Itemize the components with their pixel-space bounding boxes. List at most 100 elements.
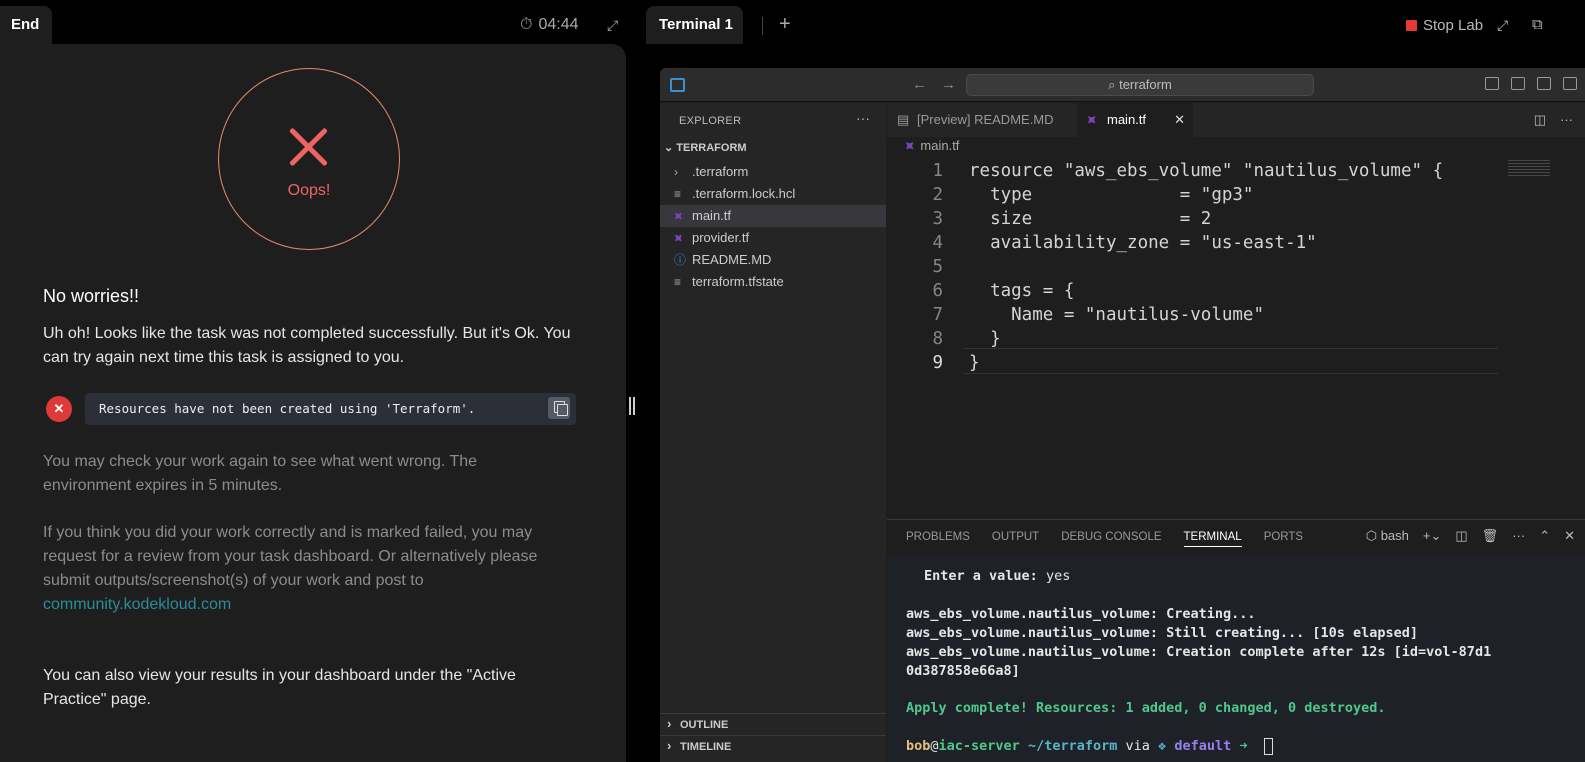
vscode-menu-icon[interactable] [670,78,685,92]
lines-file-icon: ≡ [674,187,682,201]
panel-splitter[interactable] [628,397,636,415]
more-actions-icon[interactable]: ··· [856,110,870,126]
tab-main-tf[interactable]: ⯍ main.tf ✕ [1077,103,1193,137]
terraform-icon: ⯍ [674,231,683,245]
error-text: Resources have not been created using 'T… [99,401,476,416]
file-item-lock[interactable]: ≡ .terraform.lock.hcl [660,183,886,205]
file-item-main-tf[interactable]: ⯍ main.tf [660,205,886,227]
file-label: provider.tf [692,230,750,245]
prompt-user: bob [906,738,931,754]
terminal-line: 0d387858e66a8] [906,663,1020,679]
panel-tabs: PROBLEMS OUTPUT DEBUG CONSOLE TERMINAL P… [906,531,1303,547]
layout-controls [1485,77,1577,90]
terminal-line: aws_ebs_volume.nautilus_volume: Creation… [906,644,1492,660]
line-number: 4 [932,233,943,253]
bottom-panel: PROBLEMS OUTPUT DEBUG CONSOLE TERMINAL P… [887,519,1585,762]
add-tab-icon[interactable]: + [779,13,791,36]
line-text: size = 2 [969,209,1212,229]
command-center[interactable]: ⌕ terraform [966,74,1314,96]
outline-section[interactable]: OUTLINE [660,713,886,735]
community-link[interactable]: community.kodekloud.com [43,596,231,613]
error-icon: ✕ [46,396,72,422]
file-item-readme[interactable]: ⓘ README.MD [660,249,886,271]
terminal-line: aws_ebs_volume.nautilus_volume: Creating… [906,606,1256,622]
prompt-at: @ [930,738,939,754]
tab-terminal[interactable]: TERMINAL [1183,531,1242,547]
new-terminal-icon[interactable]: +⌄ [1423,528,1441,544]
prompt-arrow: ➜ [1239,738,1248,754]
line-text: Name = "nautilus-volume" [969,305,1265,325]
timeline-section[interactable]: TIMELINE [660,735,886,757]
code-editor[interactable]: 1 resource "aws_ebs_volume" "nautilus_vol… [887,159,1585,519]
customize-layout-icon[interactable] [1485,77,1499,90]
line-text: } [969,329,1001,349]
nav-arrows[interactable]: ←→ [912,76,970,93]
line-number: 1 [932,161,943,181]
copy-icon[interactable] [548,397,570,419]
line-text: type = "gp3" [969,185,1254,205]
prompt-label: Enter a value: [924,568,1038,584]
line-text: availability_zone = "us-east-1" [969,233,1317,253]
line-number: 8 [932,329,943,349]
file-label: main.tf [692,208,732,223]
tab-label: main.tf [1107,112,1147,127]
editor-actions: ◫ ··· [1534,112,1573,128]
tab-problems[interactable]: PROBLEMS [906,531,970,547]
screen: End ⏱ 04:44 ⤢ Oops! No worries!! Uh oh! … [0,0,1585,762]
info-icon: ⓘ [674,253,687,267]
toggle-panel-icon[interactable] [1537,77,1551,90]
command-center-label: terraform [1119,77,1172,92]
tab-output[interactable]: OUTPUT [992,531,1039,547]
error-detail: Resources have not been created using 'T… [85,393,576,425]
folder-terraform[interactable]: ⌄ TERRAFORM [664,141,747,154]
terminal-scrollbar[interactable] [1572,569,1575,689]
chevron-right-icon: › [674,165,678,179]
toggle-sidebar-icon[interactable] [1511,77,1525,90]
expand-icon[interactable]: ⤢ [607,17,618,34]
line-number: 3 [932,209,943,229]
tab-terminal-1[interactable]: Terminal 1 [646,6,743,44]
line-number: 6 [932,281,943,301]
explorer-title: EXPLORER [679,115,742,127]
shell-selector[interactable]: ⬡ bash [1366,528,1409,544]
close-panel-icon[interactable]: ✕ [1564,528,1575,544]
trash-icon[interactable]: 🗑 [1482,528,1499,544]
terminal-cursor [1263,737,1273,755]
toggle-secondary-sidebar-icon[interactable] [1563,77,1577,90]
title-bar: ←→ ⌕ terraform [660,68,1585,102]
review-message: If you think you did your work correctly… [43,521,563,617]
stop-lab-button[interactable]: Stop Lab [1406,17,1483,34]
more-actions-icon[interactable]: ··· [1560,112,1573,128]
maximize-panel-icon[interactable]: ⌃ [1539,528,1550,544]
open-external-icon[interactable]: ⧉ [1532,16,1543,33]
split-editor-icon[interactable]: ◫ [1534,112,1546,128]
breadcrumb-label: main.tf [920,138,960,153]
tab-debug-console[interactable]: DEBUG CONSOLE [1061,531,1161,547]
oops-label: Oops! [287,182,331,199]
timer-value: 04:44 [538,16,579,33]
panel-actions: ⬡ bash +⌄ ◫ 🗑 ··· ⌃ ✕ [1366,528,1575,544]
file-label: terraform.tfstate [692,274,784,289]
terraform-icon: ⯍ [905,138,915,153]
breadcrumb[interactable]: ⯍ main.tf [905,138,959,154]
line-number: 9 [932,353,943,373]
fullscreen-icon[interactable]: ⤢ [1497,17,1508,34]
split-terminal-icon[interactable]: ◫ [1455,528,1467,544]
line-number: 5 [932,257,943,277]
file-item-terraform-dir[interactable]: › .terraform [660,161,886,183]
more-actions-icon[interactable]: ··· [1512,528,1525,544]
stop-icon [1406,20,1417,31]
close-icon[interactable]: ✕ [1174,103,1185,137]
shell-label: bash [1380,528,1409,543]
file-item-tfstate[interactable]: ≡ terraform.tfstate [660,271,886,293]
terminal-output[interactable]: Enter a value: yes aws_ebs_volume.nautil… [887,555,1585,762]
current-line-highlight [963,348,1498,374]
file-item-provider-tf[interactable]: ⯍ provider.tf [660,227,886,249]
tab-ports[interactable]: PORTS [1264,531,1303,547]
minimap[interactable] [1508,160,1550,176]
tab-readme-preview[interactable]: ▤ [Preview] README.MD [887,103,1077,137]
stopwatch-icon: ⏱ [520,16,533,33]
line-text: resource "aws_ebs_volume" "nautilus_volu… [969,161,1444,181]
shell-prompt: bob@iac-server ~/terraform via ❖ default… [906,737,1273,756]
tab-end[interactable]: End [0,6,52,44]
